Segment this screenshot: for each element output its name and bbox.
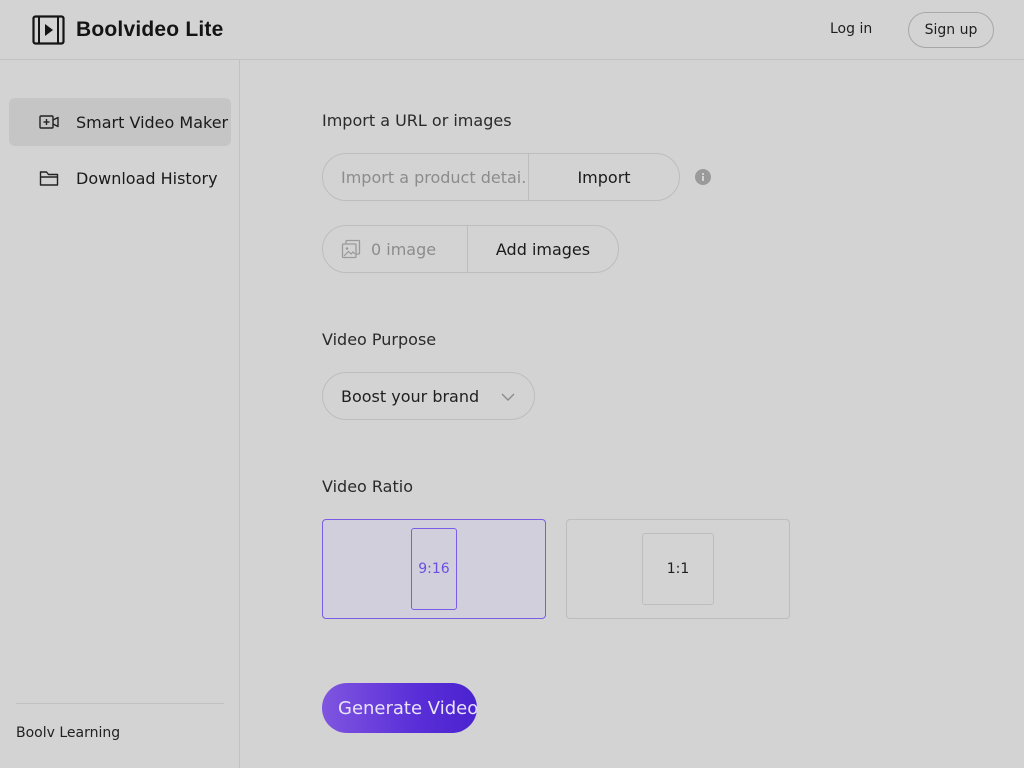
ratio-option-9-16[interactable]: 9:16 (322, 519, 546, 619)
sidebar: Smart Video Maker Download History Boolv… (0, 60, 240, 768)
sidebar-item-label: Download History (76, 168, 218, 188)
image-stack-icon (341, 239, 361, 259)
import-button[interactable]: Import (529, 154, 679, 200)
url-input[interactable] (323, 154, 529, 200)
boolv-learning-link[interactable]: Boolv Learning (16, 725, 120, 741)
sidebar-item-download-history[interactable]: Download History (9, 154, 231, 202)
sidebar-item-label: Smart Video Maker (76, 112, 229, 132)
ratio-label: 9:16 (411, 528, 457, 610)
add-images-button[interactable]: Add images (468, 226, 618, 272)
login-link[interactable]: Log in (830, 21, 872, 37)
sidebar-item-smart-video-maker[interactable]: Smart Video Maker (9, 98, 231, 146)
chevron-down-icon (501, 393, 515, 401)
url-import-group: Import (322, 153, 680, 201)
app-name: Boolvideo Lite (76, 18, 224, 41)
image-upload-group: 0 image Add images (322, 225, 619, 273)
ratio-label: 1:1 (642, 533, 714, 605)
ratio-option-1-1[interactable]: 1:1 (566, 519, 790, 619)
image-count-text: 0 image (371, 239, 437, 259)
film-play-icon (32, 15, 65, 45)
folder-icon (39, 171, 59, 186)
app-logo[interactable]: Boolvideo Lite (32, 15, 223, 45)
purpose-section-label: Video Purpose (322, 330, 437, 349)
ratio-section-label: Video Ratio (322, 477, 413, 496)
generate-video-button[interactable]: Generate Video (322, 683, 477, 733)
purpose-selected-value: Boost your brand (341, 386, 480, 406)
signup-button[interactable]: Sign up (908, 12, 994, 48)
import-section-label: Import a URL or images (322, 111, 512, 130)
video-add-icon (39, 115, 59, 129)
info-icon[interactable] (695, 169, 711, 185)
video-purpose-select[interactable]: Boost your brand (322, 372, 535, 420)
top-header: Boolvideo Lite Log in Sign up (0, 0, 1024, 60)
image-count: 0 image (323, 226, 468, 272)
sidebar-divider (16, 703, 224, 704)
